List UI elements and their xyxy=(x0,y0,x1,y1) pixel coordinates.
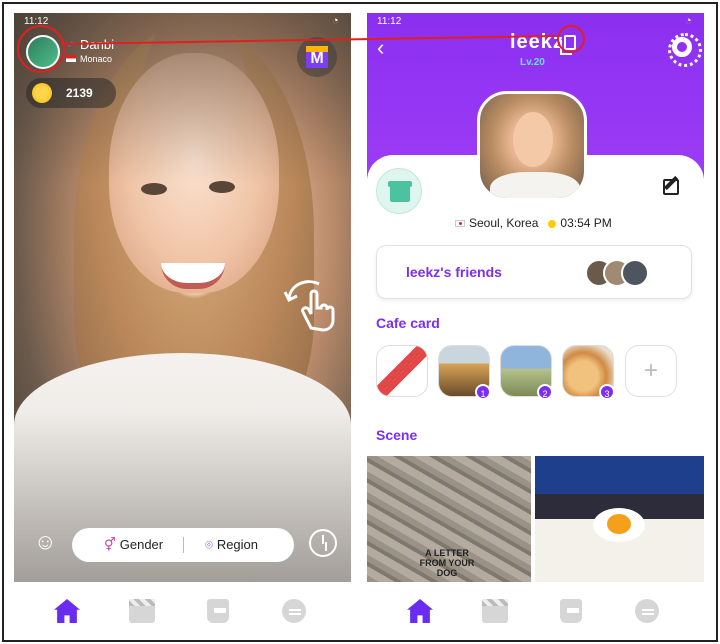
video-chat-screen: 11:12 ◔ ♂ Danbi Monaco 2139 M ☺ ⚥ Gender … xyxy=(14,13,351,582)
cup-icon[interactable] xyxy=(560,599,582,623)
scene-image[interactable]: A LETTER FROM YOUR DOG xyxy=(367,456,531,582)
location-pin-icon: ⌾ xyxy=(205,537,213,552)
highlight-circle-avatar xyxy=(17,25,65,73)
friends-label: leekz's friends xyxy=(406,264,502,280)
photo-face xyxy=(513,112,553,167)
home-icon[interactable] xyxy=(54,599,80,623)
highlight-circle-copy xyxy=(557,25,585,53)
friends-card[interactable]: leekz's friends xyxy=(376,245,692,299)
coin-balance[interactable]: 2139 xyxy=(26,78,116,108)
wifi-icon: ◔ xyxy=(332,15,339,27)
swipe-hand-icon xyxy=(283,280,335,332)
film-icon[interactable] xyxy=(129,599,155,623)
flag-icon xyxy=(66,55,76,62)
chat-icon[interactable] xyxy=(282,599,306,623)
cafe-card-title: Cafe card xyxy=(376,315,440,331)
wifi-icon: ◔ xyxy=(685,15,692,27)
profile-screen: 11:12 ◔ ‹ leekz Lv.20 Seoul, Korea 03:54 … xyxy=(367,13,704,582)
edit-icon[interactable] xyxy=(663,179,679,195)
card-badge: 3 xyxy=(599,384,615,400)
face-filter-icon[interactable]: ☺ xyxy=(34,529,66,561)
scene-caption: A LETTER FROM YOUR DOG xyxy=(419,548,475,578)
add-card-button[interactable]: + xyxy=(625,345,677,397)
card-badge: 1 xyxy=(475,384,491,400)
bottom-nav-left xyxy=(14,582,351,640)
gender-icon: ⚥ xyxy=(104,537,116,552)
friend-avatar xyxy=(621,259,649,287)
scene-image[interactable] xyxy=(535,456,704,582)
location-city: Seoul, Korea xyxy=(469,216,539,230)
gender-filter[interactable]: ⚥ Gender xyxy=(104,537,163,553)
coin-icon xyxy=(32,83,52,103)
scene-title: Scene xyxy=(376,427,418,443)
divider xyxy=(183,537,184,553)
clock-icon[interactable] xyxy=(309,529,337,557)
status-time: 11:12 xyxy=(377,16,402,27)
coin-count: 2139 xyxy=(66,86,93,100)
bottom-nav-right xyxy=(367,582,704,640)
cup-icon[interactable] xyxy=(207,599,229,623)
korea-flag-icon xyxy=(455,220,465,228)
egg-yolk xyxy=(607,514,631,534)
profile-photo[interactable] xyxy=(477,91,587,201)
filter-bar: ⚥ Gender ⌾ Region xyxy=(72,528,294,562)
sun-icon xyxy=(548,219,557,228)
home-icon[interactable] xyxy=(407,599,433,623)
m-badge-icon: M xyxy=(306,46,328,68)
cafe-card-item[interactable] xyxy=(376,345,428,397)
location-row: Seoul, Korea 03:54 PM xyxy=(455,216,612,230)
gender-label: Gender xyxy=(119,537,164,552)
callout-line xyxy=(62,35,556,45)
level-label: Lv.20 xyxy=(520,57,545,68)
gear-icon[interactable] xyxy=(668,33,702,67)
user-region: Monaco xyxy=(80,54,113,64)
photo-shirt xyxy=(490,172,580,198)
region-filter[interactable]: ⌾ Region xyxy=(205,537,258,553)
region-label: Region xyxy=(216,537,259,552)
card-badge: 2 xyxy=(537,384,553,400)
gift-icon[interactable] xyxy=(376,168,422,214)
chat-icon[interactable] xyxy=(635,599,659,623)
film-icon[interactable] xyxy=(482,599,508,623)
local-time: 03:54 PM xyxy=(560,216,612,230)
